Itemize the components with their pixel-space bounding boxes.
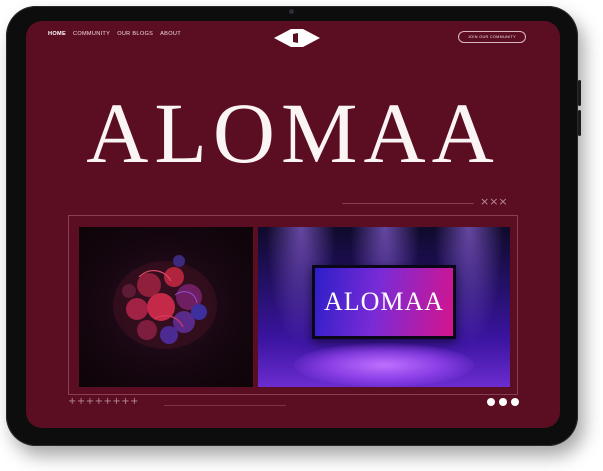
cross-decoration-icon: ×××: [480, 195, 508, 208]
display-screen-text: ALOMAA: [323, 287, 445, 316]
join-community-button[interactable]: JOIN OUR COMMUNITY: [458, 31, 526, 43]
nav-item-home[interactable]: HOME: [48, 31, 66, 37]
tablet-frame: HOME COMMUNITY OUR BLOGS ABOUT JOIN OUR …: [6, 6, 578, 446]
carousel-dot[interactable]: [511, 398, 519, 406]
flower-art-image[interactable]: [79, 227, 253, 387]
carousel-dot[interactable]: [487, 398, 495, 406]
nav-item-about[interactable]: ABOUT: [160, 31, 181, 37]
volume-button: [578, 110, 581, 136]
camera-icon: [289, 9, 294, 14]
stage-screen-image[interactable]: ALOMAA: [258, 227, 510, 387]
carousel-dot[interactable]: [499, 398, 507, 406]
display-screen: ALOMAA: [312, 265, 456, 339]
logo-icon[interactable]: [274, 28, 320, 48]
nav-item-community[interactable]: COMMUNITY: [73, 31, 110, 37]
plus-decoration-icon: ++++++++: [68, 396, 140, 407]
volume-button: [578, 80, 581, 106]
divider-line: [342, 203, 474, 204]
carousel-dots: [487, 398, 519, 406]
hero-title: ALOMAA: [86, 85, 500, 181]
divider-line: [164, 405, 286, 406]
stage-floor-glow: [294, 343, 474, 387]
main-nav: HOME COMMUNITY OUR BLOGS ABOUT: [48, 31, 181, 37]
nav-item-our-blogs[interactable]: OUR BLOGS: [117, 31, 153, 37]
website-screen: HOME COMMUNITY OUR BLOGS ABOUT JOIN OUR …: [26, 21, 560, 428]
